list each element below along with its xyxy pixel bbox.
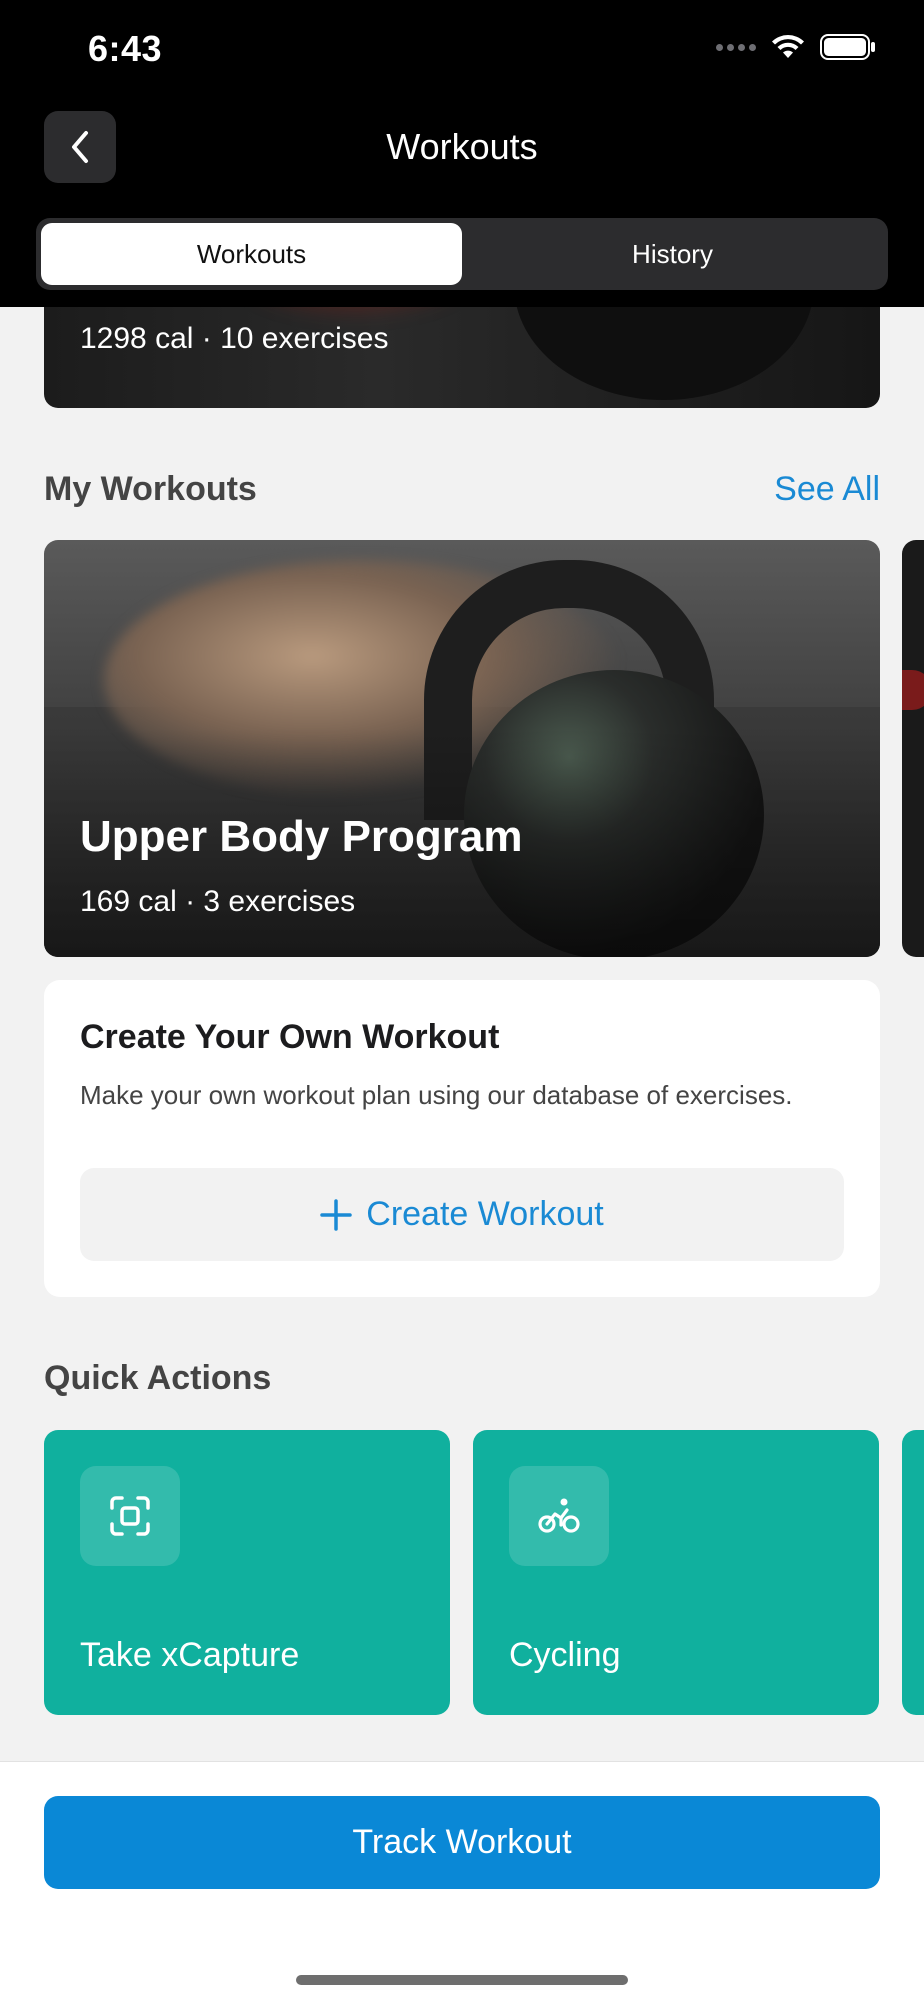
tab-workouts[interactable]: Workouts [41,223,462,285]
quick-actions-heading: Quick Actions [44,1359,272,1397]
tab-history[interactable]: History [462,223,883,285]
workout-card-next-peek[interactable] [902,540,924,957]
workout-card-meta: 169 cal · 3 exercises [80,885,356,918]
quick-action-take-xcapture[interactable]: Take xCapture [44,1430,450,1715]
quick-action-label: Cycling [509,1636,621,1674]
create-workout-card: Create Your Own Workout Make your own wo… [44,980,880,1297]
create-workout-button[interactable]: Create Workout [80,1168,844,1261]
wifi-icon [772,35,804,58]
create-workout-description: Make your own workout plan using our dat… [80,1080,793,1110]
workout-card-title: Upper Body Program [80,812,523,861]
my-workouts-heading: My Workouts [44,470,257,508]
card-image-decoration [902,670,924,710]
create-workout-button-label: Create Workout [366,1195,604,1233]
quick-action-next-peek[interactable] [902,1430,924,1715]
cycling-icon [509,1466,609,1566]
top-header: 6:43 Workouts Workouts History [0,0,924,307]
see-all-link[interactable]: See All [774,470,880,509]
cellular-signal-icon [716,43,756,51]
scan-icon [80,1466,180,1566]
create-workout-title: Create Your Own Workout [80,1018,500,1056]
featured-workout-card[interactable]: 1298 cal · 10 exercises [44,290,880,408]
battery-icon [820,34,875,60]
home-indicator [296,1975,628,1985]
status-time: 6:43 [88,28,163,69]
page-title: Workouts [386,126,538,167]
status-icons [716,34,876,60]
featured-workout-meta: 1298 cal · 10 exercises [80,322,389,355]
plus-icon [320,1198,353,1231]
quick-action-cycling[interactable]: Cycling [473,1430,879,1715]
track-workout-button[interactable]: Track Workout [44,1796,880,1889]
quick-action-label: Take xCapture [80,1636,300,1674]
segmented-control: Workouts History [36,218,888,290]
bottom-bar: Track Workout [0,1761,924,2000]
workout-card-upper-body[interactable]: Upper Body Program 169 cal · 3 exercises [44,540,880,957]
